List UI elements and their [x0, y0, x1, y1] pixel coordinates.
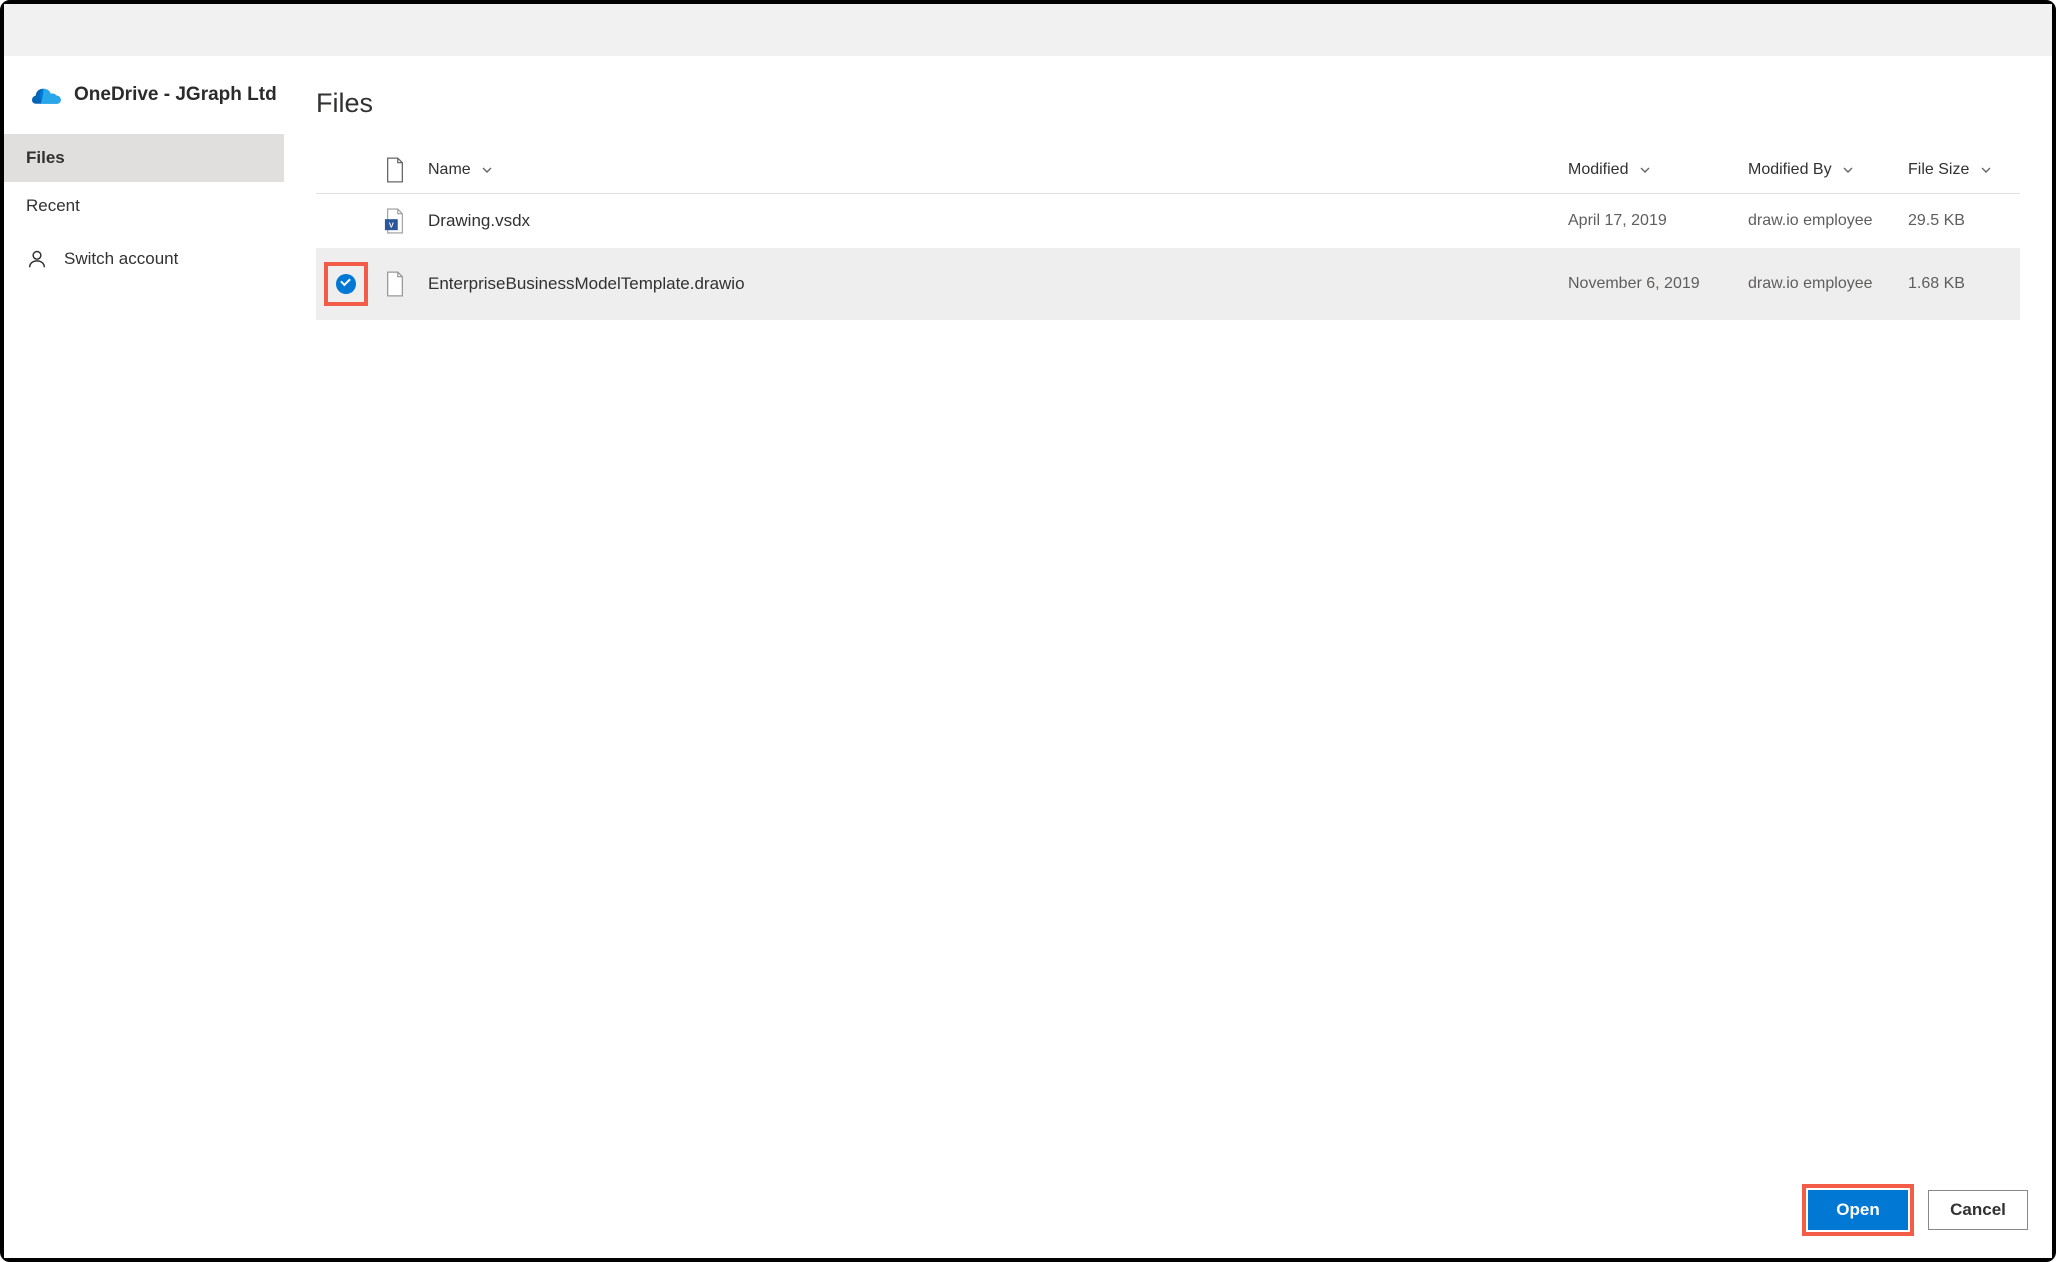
- chevron-down-icon: [1980, 161, 1992, 178]
- chevron-down-icon: [481, 161, 493, 178]
- open-button[interactable]: Open: [1808, 1190, 1908, 1230]
- row-check-cell[interactable]: [316, 194, 376, 249]
- top-toolbar: [4, 4, 2052, 56]
- sidebar-item-files[interactable]: Files: [4, 134, 284, 182]
- table-row[interactable]: V Drawing.vsdx April 17, 2019 draw.io em…: [316, 194, 2020, 249]
- row-size-cell: 1.68 KB: [1900, 248, 2020, 320]
- file-generic-icon: [384, 157, 412, 183]
- svg-text:V: V: [389, 220, 394, 229]
- check-icon: [336, 274, 356, 294]
- column-modified-label: Modified: [1568, 161, 1628, 178]
- row-name-cell[interactable]: EnterpriseBusinessModelTemplate.drawio: [420, 248, 1560, 320]
- column-modified-by[interactable]: Modified By: [1740, 147, 1900, 194]
- column-modified-by-label: Modified By: [1748, 161, 1832, 178]
- row-modified-cell: November 6, 2019: [1560, 248, 1740, 320]
- row-name-cell[interactable]: Drawing.vsdx: [420, 194, 1560, 249]
- row-modified-by-cell: draw.io employee: [1740, 248, 1900, 320]
- row-size-cell: 29.5 KB: [1900, 194, 2020, 249]
- column-file-size[interactable]: File Size: [1900, 147, 2020, 194]
- main-panel: Files Name: [284, 56, 2052, 1258]
- table-header-row: Name Modified Modified By: [316, 147, 2020, 194]
- dialog-footer: Open Cancel: [284, 1170, 2052, 1258]
- chevron-down-icon: [1639, 161, 1651, 178]
- row-modified-by-cell: draw.io employee: [1740, 194, 1900, 249]
- row-icon-cell: V: [376, 194, 420, 249]
- sidebar-item-label: Switch account: [64, 249, 178, 269]
- onedrive-icon: [32, 85, 62, 105]
- account-title: OneDrive - JGraph Ltd: [74, 84, 277, 106]
- sidebar-item-label: Files: [26, 148, 65, 167]
- table-row[interactable]: EnterpriseBusinessModelTemplate.drawio N…: [316, 248, 2020, 320]
- person-icon: [26, 248, 48, 270]
- file-visio-icon: V: [384, 208, 412, 234]
- selection-highlight: [324, 262, 368, 306]
- sidebar-item-recent[interactable]: Recent: [4, 182, 284, 230]
- row-check-cell[interactable]: [316, 248, 376, 320]
- file-table: Name Modified Modified By: [316, 147, 2020, 320]
- column-modified[interactable]: Modified: [1560, 147, 1740, 194]
- file-generic-icon: [384, 271, 412, 297]
- column-type-icon: [376, 147, 420, 194]
- column-select: [316, 147, 376, 194]
- sidebar-nav: Files Recent Switch account: [4, 134, 284, 284]
- sidebar-switch-account[interactable]: Switch account: [4, 234, 284, 284]
- column-name[interactable]: Name: [420, 147, 1560, 194]
- row-modified-cell: April 17, 2019: [1560, 194, 1740, 249]
- row-icon-cell: [376, 248, 420, 320]
- open-button-highlight: Open: [1802, 1184, 1914, 1236]
- chevron-down-icon: [1842, 161, 1854, 178]
- page-title: Files: [316, 88, 2020, 119]
- sidebar-item-label: Recent: [26, 196, 80, 215]
- sidebar: OneDrive - JGraph Ltd Files Recent Switc…: [4, 56, 284, 1258]
- column-name-label: Name: [428, 161, 471, 178]
- column-file-size-label: File Size: [1908, 161, 1969, 178]
- account-header: OneDrive - JGraph Ltd: [4, 56, 284, 134]
- cancel-button[interactable]: Cancel: [1928, 1190, 2028, 1230]
